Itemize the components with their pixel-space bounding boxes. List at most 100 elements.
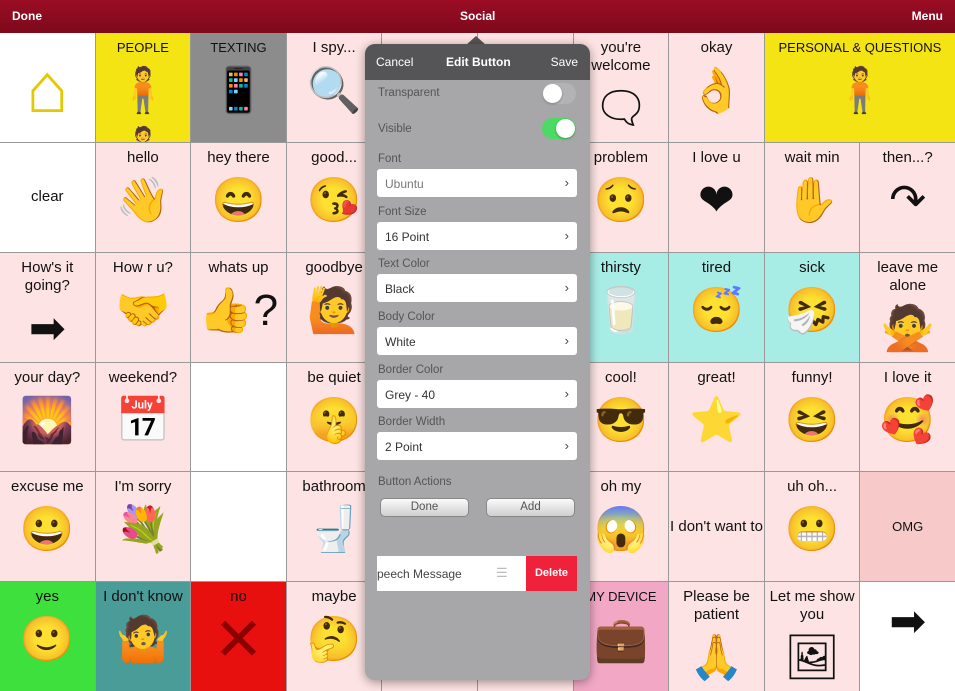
- grid-button-label: MY DEVICE: [585, 589, 657, 605]
- font-label: Font: [378, 153, 402, 165]
- grid-button[interactable]: I love it 🥰: [860, 362, 955, 472]
- grid-button-label: whats up: [208, 258, 269, 276]
- grid-button-label: I spy...: [312, 39, 356, 56]
- cancel-button[interactable]: Cancel: [376, 55, 413, 69]
- grid-button[interactable]: I love u ❤: [669, 142, 764, 252]
- grid-button-label: weekend?: [108, 368, 178, 386]
- chevron-right-icon: ›: [564, 228, 569, 243]
- border-color-field[interactable]: Grey - 40 ›: [377, 380, 577, 408]
- font-size-field[interactable]: 16 Point ›: [377, 222, 577, 250]
- grid-button[interactable]: [191, 472, 286, 582]
- x-mark-icon: ✕: [213, 606, 264, 674]
- patient-icon: 🙏: [689, 633, 744, 683]
- sorry-flower-icon: 💐: [115, 505, 171, 555]
- chevron-right-icon: ›: [564, 280, 569, 295]
- chevron-right-icon: ›: [564, 386, 569, 401]
- grid-button[interactable]: leave me alone 🙅: [860, 252, 955, 362]
- transparent-label: Transparent: [378, 87, 440, 99]
- people-icon: 🧍🧍🧍: [115, 66, 171, 142]
- grid-button[interactable]: PERSONAL & QUESTIONS 🧍: [764, 33, 955, 142]
- grid-button-label: cool!: [605, 368, 637, 386]
- transparent-toggle[interactable]: [542, 83, 576, 104]
- border-width-field[interactable]: 2 Point ›: [377, 432, 577, 460]
- grid-button[interactable]: sick 🤧: [764, 252, 860, 362]
- grid-button-label: good...: [311, 148, 358, 166]
- grid-button[interactable]: funny! 😆: [764, 362, 860, 472]
- grid-button-label: bathroom: [302, 478, 366, 496]
- font-size-label: Font Size: [378, 206, 427, 218]
- done-button[interactable]: Done: [12, 9, 42, 23]
- calendar-icon: 📅: [115, 395, 171, 445]
- grid-button[interactable]: ➡: [860, 582, 955, 691]
- grid-button[interactable]: OMG: [860, 472, 955, 582]
- shush-icon: 🤫: [306, 395, 362, 445]
- action-name: peech Message: [377, 567, 462, 581]
- grid-button[interactable]: I'm sorry 💐: [95, 472, 191, 582]
- actions-add-button[interactable]: Add: [486, 498, 575, 517]
- grid-button[interactable]: hey there 😄: [191, 142, 286, 252]
- grid-button-label: PEOPLE: [116, 40, 169, 55]
- grid-button[interactable]: whats up 👍?: [191, 252, 286, 362]
- grid-button-label: excuse me: [11, 478, 84, 496]
- grid-button-label: then...?: [882, 148, 933, 166]
- kiss-icon: 😘: [306, 175, 362, 225]
- grid-button[interactable]: excuse me 😀: [0, 472, 95, 582]
- grid-button[interactable]: hello 👋: [95, 142, 191, 252]
- grid-button[interactable]: How's it going? ➡: [0, 252, 95, 362]
- grid-button[interactable]: yes 🙂: [0, 582, 95, 691]
- grid-button[interactable]: okay 👌: [669, 33, 764, 142]
- grid-button-label: sick: [799, 258, 826, 276]
- action-list-item[interactable]: peech Message ☰ Delete: [377, 556, 577, 591]
- grid-button[interactable]: PEOPLE 🧍🧍🧍: [95, 33, 191, 142]
- question-person-icon: 🤔: [306, 615, 362, 665]
- grid-button[interactable]: Please be patient 🙏: [669, 582, 764, 691]
- grid-button[interactable]: no ✕: [191, 582, 286, 691]
- grid-button-label: I don't want to: [670, 517, 763, 535]
- border-width-label: Border Width: [378, 416, 446, 428]
- delete-button[interactable]: Delete: [526, 556, 577, 591]
- grid-button[interactable]: Let me show you 🖼: [764, 582, 860, 691]
- menu-button[interactable]: Menu: [912, 9, 943, 23]
- visible-toggle[interactable]: [542, 118, 576, 139]
- grid-button-label: wait min: [784, 148, 840, 166]
- grid-button-label: be quiet: [307, 368, 361, 386]
- grid-button[interactable]: ⌂: [0, 33, 95, 142]
- grid-button-label: PERSONAL & QUESTIONS: [778, 40, 942, 55]
- smile-icon: 🙂: [19, 615, 75, 665]
- grid-button-label: great!: [697, 368, 736, 386]
- grid-button-label: maybe: [311, 588, 357, 606]
- smile-icon: 😀: [19, 505, 75, 555]
- grid-button[interactable]: uh oh... 😬: [764, 472, 860, 582]
- grid-button[interactable]: I don't know 🤷: [95, 582, 191, 691]
- grid-button[interactable]: your day? 🌄: [0, 362, 95, 472]
- grid-button-label: How r u?: [112, 258, 173, 276]
- grid-button[interactable]: then...? ↷: [860, 142, 955, 252]
- waving-person-icon: 🙋: [306, 285, 362, 335]
- reorder-handle-icon[interactable]: ☰: [496, 565, 508, 581]
- save-button[interactable]: Save: [551, 55, 578, 69]
- sick-icon: 🤧: [784, 285, 840, 335]
- question-thumbs-icon: 👍?: [198, 285, 279, 335]
- actions-done-button[interactable]: Done: [380, 498, 469, 517]
- grid-button[interactable]: great! ⭐: [669, 362, 764, 472]
- shrug-icon: 🤷: [115, 615, 171, 665]
- grid-button[interactable]: weekend? 📅: [95, 362, 191, 472]
- grid-button-label: goodbye: [305, 258, 363, 276]
- grid-button[interactable]: I don't want to: [669, 472, 764, 582]
- font-field[interactable]: Ubuntu ›: [377, 169, 577, 197]
- house-icon: ⌂: [26, 49, 69, 127]
- people-talking-icon: 🗨: [592, 84, 649, 133]
- font-size-value: 16 Point: [385, 230, 430, 244]
- grid-button[interactable]: clear: [0, 142, 95, 252]
- popover-title: Edit Button: [446, 55, 511, 69]
- border-width-value: 2 Point: [385, 440, 423, 454]
- drink-icon: 🥛: [593, 285, 649, 335]
- grid-button[interactable]: TEXTING 📱: [191, 33, 286, 142]
- text-color-field[interactable]: Black ›: [377, 274, 577, 302]
- grid-button[interactable]: How r u? 🤝: [95, 252, 191, 362]
- body-color-field[interactable]: White ›: [377, 327, 577, 355]
- grid-button[interactable]: tired 😴: [669, 252, 764, 362]
- grid-button[interactable]: [191, 362, 286, 472]
- ok-hand-icon: 👌: [689, 66, 744, 115]
- grid-button[interactable]: wait min ✋: [764, 142, 860, 252]
